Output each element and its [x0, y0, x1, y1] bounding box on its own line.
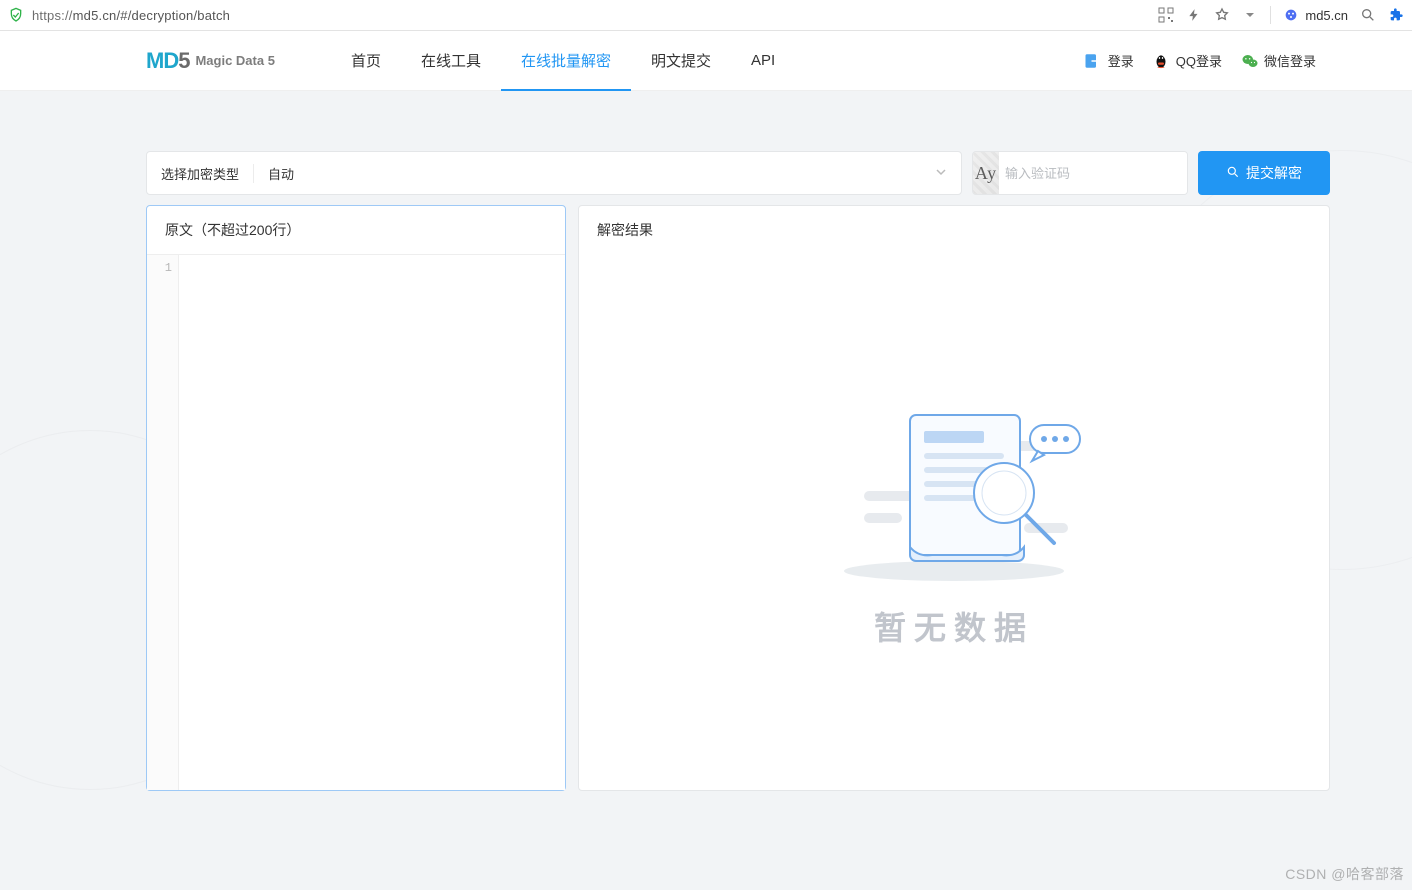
source-panel: 原文（不超过200行） 1	[146, 205, 566, 791]
wechat-login-link[interactable]: 微信登录	[1240, 51, 1316, 70]
login-link[interactable]: 登录	[1084, 51, 1134, 70]
captcha-input[interactable]	[999, 152, 1187, 194]
nav-api[interactable]: API	[731, 31, 795, 91]
action-toolbar: 选择加密类型 自动 Ay 提交解密	[146, 151, 1330, 195]
watermark-text: CSDN @哈客部落	[1285, 864, 1404, 884]
main-nav: 首页 在线工具 在线批量解密 明文提交 API	[331, 31, 795, 91]
url-display[interactable]: https://md5.cn/#/decryption/batch	[32, 8, 230, 23]
search-icon[interactable]	[1360, 7, 1376, 23]
header-login-area: 登录 QQ登录 微信登录	[1084, 51, 1412, 70]
result-panel-title: 解密结果	[579, 206, 1329, 254]
line-number-gutter: 1	[147, 255, 179, 790]
login-arrow-icon	[1084, 52, 1102, 70]
nav-online-tools[interactable]: 在线工具	[401, 31, 501, 91]
page-content: 选择加密类型 自动 Ay 提交解密 原文（不超过200行） 1 解密结果	[0, 91, 1412, 791]
site-logo[interactable]: MD5 Magic Data 5	[146, 48, 275, 74]
submit-decrypt-button[interactable]: 提交解密	[1198, 151, 1330, 195]
empty-state-text: 暂无数据	[874, 603, 1034, 649]
browser-address-bar: https://md5.cn/#/decryption/batch md5.cn	[0, 0, 1412, 31]
lightning-icon[interactable]	[1186, 7, 1202, 23]
captcha-image[interactable]: Ay	[973, 152, 999, 194]
chevron-down-icon	[935, 165, 947, 181]
wechat-icon	[1240, 52, 1258, 70]
captcha-group: Ay	[972, 151, 1188, 195]
separator	[1270, 6, 1271, 24]
panels-row: 原文（不超过200行） 1 解密结果	[146, 205, 1330, 791]
security-shield-icon	[8, 7, 24, 23]
empty-document-icon	[824, 395, 1084, 585]
qq-penguin-icon	[1152, 52, 1170, 70]
select-value: 自动	[268, 164, 294, 183]
site-identity-chip[interactable]: md5.cn	[1283, 7, 1348, 23]
source-textarea[interactable]	[179, 255, 565, 790]
site-header: MD5 Magic Data 5 首页 在线工具 在线批量解密 明文提交 API…	[0, 31, 1412, 91]
result-panel: 解密结果	[578, 205, 1330, 791]
bookmark-star-icon[interactable]	[1214, 7, 1230, 23]
encryption-type-select[interactable]: 选择加密类型 自动	[146, 151, 962, 195]
source-editor: 1	[147, 254, 565, 790]
nav-plaintext-submit[interactable]: 明文提交	[631, 31, 731, 91]
nav-batch-decrypt[interactable]: 在线批量解密	[501, 31, 631, 91]
nav-home[interactable]: 首页	[331, 31, 401, 91]
qq-login-link[interactable]: QQ登录	[1152, 51, 1222, 70]
search-icon	[1226, 165, 1240, 182]
source-panel-title: 原文（不超过200行）	[147, 206, 565, 254]
select-label: 选择加密类型	[161, 164, 254, 183]
qr-icon[interactable]	[1158, 7, 1174, 23]
empty-state: 暂无数据	[579, 254, 1329, 790]
extensions-puzzle-icon[interactable]	[1388, 7, 1404, 23]
dropdown-caret-icon[interactable]	[1242, 7, 1258, 23]
